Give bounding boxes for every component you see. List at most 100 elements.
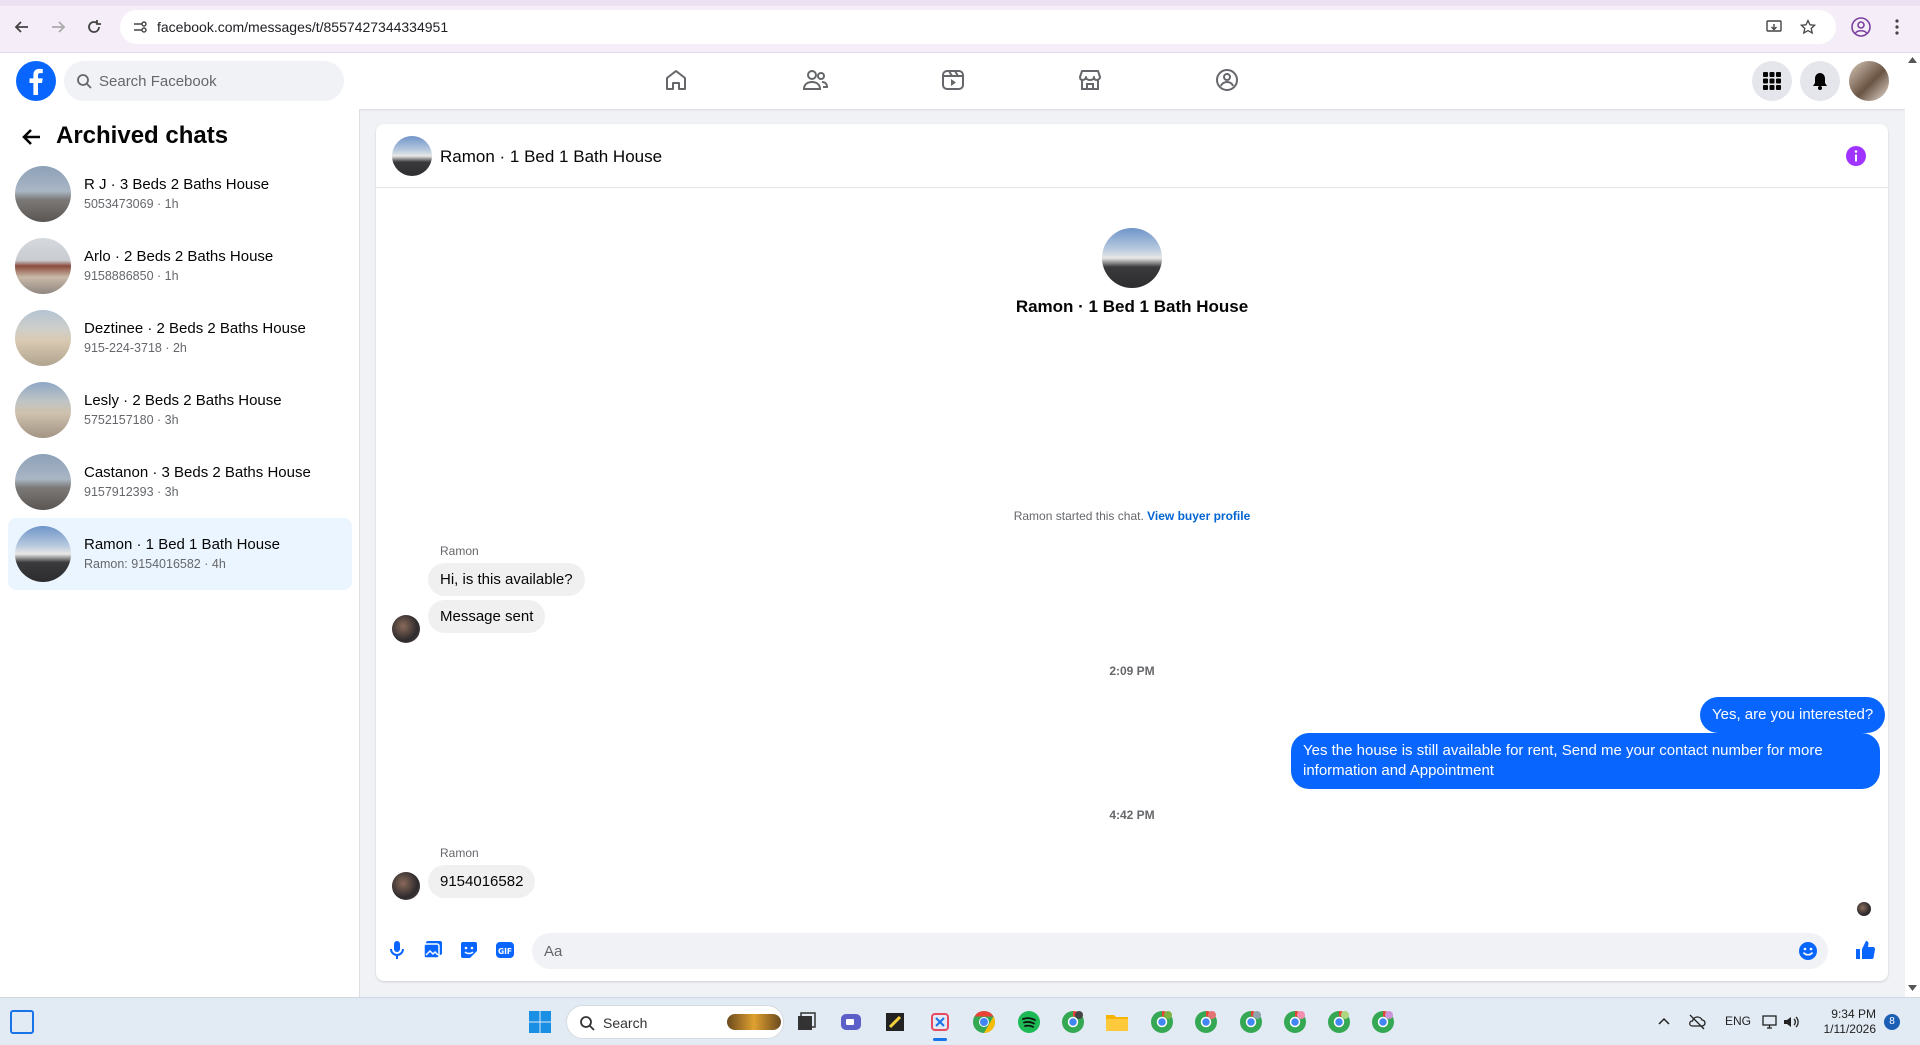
notifications-bell-icon[interactable] [1800, 61, 1840, 101]
facebook-logo-icon[interactable] [16, 61, 56, 101]
spotify-icon[interactable] [1013, 1006, 1045, 1038]
page-scrollbar[interactable] [1905, 53, 1920, 997]
info-icon[interactable] [1846, 146, 1866, 166]
photo-icon[interactable] [422, 939, 444, 961]
profile-name: Ramon · 1 Bed 1 Bath House [1015, 297, 1249, 316]
chrome-profile-icon[interactable] [1190, 1006, 1222, 1038]
account-avatar[interactable] [1849, 61, 1889, 101]
chat-item-castanon[interactable]: Castanon · 3 Beds 2 Baths House 91579123… [8, 446, 352, 518]
profile-avatar[interactable] [1102, 228, 1162, 288]
marketplace-icon[interactable] [1075, 65, 1105, 95]
back-icon[interactable] [10, 15, 34, 39]
browser-toolbar: facebook.com/messages/t/8557427344334951 [0, 0, 1920, 53]
conversation-avatar[interactable] [392, 136, 432, 176]
view-buyer-profile-link[interactable]: View buyer profile [1147, 509, 1250, 523]
chrome-profile-icon[interactable] [1367, 1006, 1399, 1038]
install-app-icon[interactable] [1766, 19, 1782, 35]
url-text[interactable]: facebook.com/messages/t/8557427344334951 [157, 19, 448, 35]
bookmark-star-icon[interactable] [1800, 19, 1816, 35]
forward-icon[interactable] [46, 15, 70, 39]
message-composer: GIF Aa [376, 925, 1888, 977]
address-bar[interactable]: facebook.com/messages/t/8557427344334951 [120, 10, 1836, 44]
archived-chats-sidebar: Archived chats R J · 3 Beds 2 Baths Hous… [0, 109, 360, 997]
chat-item-rj[interactable]: R J · 3 Beds 2 Baths House 5053473069 · … [8, 158, 352, 230]
chat-name: Ramon · 1 Bed 1 Bath House [84, 536, 280, 553]
task-view-icon[interactable] [790, 1006, 822, 1038]
clock-date: 1/11/2026 [1823, 1022, 1877, 1036]
conversation-title[interactable]: Ramon · 1 Bed 1 Bath House [440, 147, 662, 167]
chat-name: R J · 3 Beds 2 Baths House [84, 176, 270, 193]
microphone-icon[interactable] [386, 939, 408, 961]
chat-item-arlo[interactable]: Arlo · 2 Beds 2 Baths House 9158886850 ·… [8, 230, 352, 302]
sticky-notes-icon[interactable] [879, 1006, 911, 1038]
chat-item-deztinee[interactable]: Deztinee · 2 Beds 2 Baths House 915-224-… [8, 302, 352, 374]
file-explorer-icon[interactable] [1101, 1006, 1133, 1038]
windows-start-icon[interactable] [524, 1006, 556, 1038]
chat-preview: Ramon: 9154016582 · 4h [84, 557, 226, 571]
chat-thumbnail [15, 166, 71, 222]
sticker-icon[interactable] [458, 939, 480, 961]
chat-name: Deztinee · 2 Beds 2 Baths House [84, 320, 306, 337]
chat-preview: 9157912393 · 3h [84, 485, 179, 499]
menu-grid-icon[interactable] [1752, 61, 1792, 101]
windows-taskbar: Search ENG 9:34 PM 1/11/2026 8 [0, 997, 1920, 1045]
chrome-profile-icon[interactable] [1146, 1006, 1178, 1038]
browser-profile-icon[interactable] [1850, 16, 1872, 38]
chrome-profile-icon[interactable] [1279, 1006, 1311, 1038]
chrome-profile-icon[interactable] [1235, 1006, 1267, 1038]
reload-icon[interactable] [82, 15, 106, 39]
taskbar-search-label: Search [603, 1015, 648, 1031]
gif-icon[interactable]: GIF [494, 939, 516, 961]
groups-icon[interactable] [1212, 65, 1242, 95]
incoming-message[interactable]: 9154016582 [428, 865, 536, 898]
conversation-panel: Ramon · 1 Bed 1 Bath House Ramon · 1 Bed… [376, 124, 1888, 981]
message-input-placeholder: Aa [544, 943, 563, 960]
taskbar-search-icon [580, 1016, 595, 1031]
seen-indicator-avatar [1857, 902, 1871, 916]
browser-menu-icon[interactable] [1886, 16, 1908, 38]
volume-icon[interactable] [1782, 1013, 1800, 1031]
chat-item-ramon[interactable]: Ramon · 1 Bed 1 Bath House Ramon: 915401… [8, 518, 352, 590]
incoming-message[interactable]: Hi, is this available? [428, 563, 585, 596]
sender-avatar[interactable] [392, 615, 420, 643]
home-icon[interactable] [661, 65, 691, 95]
chat-started-notice: Ramon started this chat. View buyer prof… [376, 509, 1888, 523]
system-clock[interactable]: 9:34 PM 1/11/2026 [1810, 1007, 1877, 1037]
search-highlight-image [727, 1014, 781, 1030]
emoji-icon[interactable] [1798, 941, 1818, 961]
search-placeholder: Search Facebook [99, 73, 217, 90]
message-input[interactable]: Aa [532, 933, 1828, 969]
chrome-profile-icon[interactable] [1057, 1006, 1089, 1038]
chat-item-lesly[interactable]: Lesly · 2 Beds 2 Baths House 5752157180 … [8, 374, 352, 446]
incoming-message[interactable]: Message sent [428, 600, 546, 633]
snipping-tool-icon[interactable] [924, 1006, 956, 1041]
conversation-header: Ramon · 1 Bed 1 Bath House [376, 124, 1888, 188]
cloud-offline-icon[interactable] [1688, 1013, 1706, 1031]
video-icon[interactable] [938, 65, 968, 95]
widgets-icon[interactable] [10, 1010, 34, 1034]
thumbs-up-icon[interactable] [1854, 939, 1876, 961]
svg-text:GIF: GIF [498, 947, 512, 956]
sender-avatar[interactable] [392, 872, 420, 900]
site-info-icon[interactable] [132, 19, 148, 35]
friends-icon[interactable] [800, 65, 830, 95]
language-indicator[interactable]: ENG [1725, 1014, 1751, 1028]
taskbar-search[interactable]: Search [566, 1005, 784, 1039]
facebook-search-input[interactable]: Search Facebook [64, 61, 344, 101]
chat-thumbnail [15, 382, 71, 438]
chrome-profile-icon[interactable] [1323, 1006, 1355, 1038]
notification-badge[interactable]: 8 [1884, 1014, 1900, 1030]
back-arrow-icon[interactable] [20, 125, 44, 149]
chat-preview: 915-224-3718 · 2h [84, 341, 187, 355]
message-sender: Ramon [440, 544, 479, 558]
chat-started-text: Ramon started this chat. [1013, 509, 1144, 523]
chevron-up-icon[interactable] [1658, 1016, 1670, 1028]
chat-preview: 9158886850 · 1h [84, 269, 179, 283]
sidebar-title: Archived chats [56, 122, 229, 149]
outgoing-message[interactable]: Yes the house is still available for ren… [1291, 733, 1880, 789]
search-icon [77, 74, 92, 89]
outgoing-message[interactable]: Yes, are you interested? [1700, 697, 1886, 733]
chrome-icon[interactable] [968, 1006, 1000, 1038]
teams-chat-icon[interactable] [835, 1006, 867, 1038]
network-icon[interactable] [1762, 1013, 1780, 1031]
